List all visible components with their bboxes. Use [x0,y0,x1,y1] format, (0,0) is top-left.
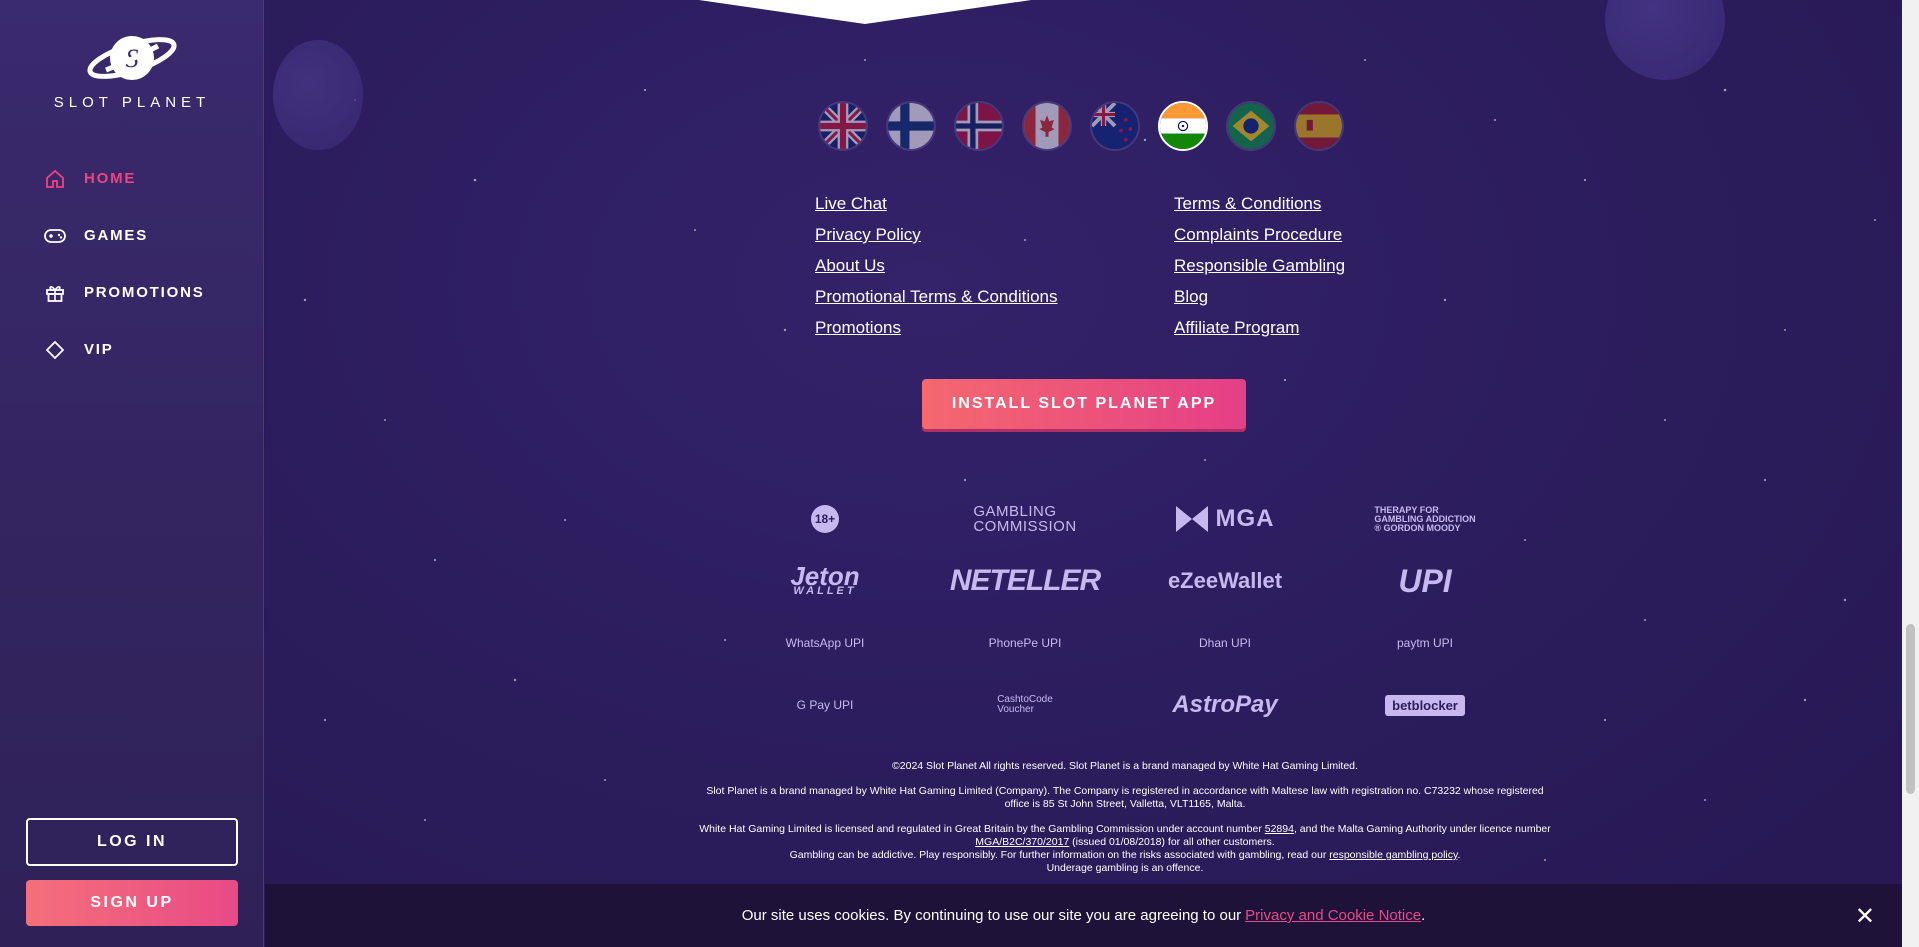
link-blog[interactable]: Blog [1174,286,1474,308]
cashtocode-logo: CashtoCode Voucher [997,694,1053,715]
betblocker-logo[interactable]: betblocker [1325,681,1525,729]
brand-name: SLOT PLANET [53,94,211,111]
partner-logos: 18+ GAMBLING COMMISSION MGA THERAPY FOR GA… [725,495,1525,729]
dhan-upi-logo: Dhan UPI [1198,636,1252,650]
decor-planet [273,40,363,150]
planet-logo-icon: S [87,36,177,80]
responsible-gambling-policy-link[interactable]: responsible gambling policy [1329,849,1457,861]
age-18-logo[interactable]: 18+ [725,495,925,543]
nav-item-vip[interactable]: VIP [0,321,264,378]
cookie-banner: Our site uses cookies. By continuing to … [265,884,1902,947]
flag-norway[interactable] [954,101,1004,151]
gpay-upi-logo: G Pay UPI [796,698,854,712]
flag-brazil[interactable] [1226,101,1276,151]
link-responsible-gambling[interactable]: Responsible Gambling [1174,255,1474,277]
link-about-us[interactable]: About Us [815,255,1174,277]
neteller-logo: NETELLER [949,564,1101,597]
whatsapp-upi-logo: WhatsApp UPI [785,636,865,650]
country-selector [818,101,1344,151]
nav-label: GAMES [84,227,149,244]
flag-new-zealand[interactable] [1090,101,1140,151]
footer-area: Live Chat Terms & Conditions Privacy Pol… [265,0,1902,947]
page-scrollbar[interactable] [1902,0,1919,947]
home-icon [44,168,66,190]
mga-logo[interactable]: MGA [1125,495,1325,543]
flag-canada[interactable] [1022,101,1072,151]
footer-links: Live Chat Terms & Conditions Privacy Pol… [815,193,1474,339]
paytm-upi-logo: paytm UPI [1396,636,1453,650]
close-icon[interactable]: ✕ [1855,902,1875,931]
gordon-moody-logo[interactable]: THERAPY FOR GAMBLING ADDICTION ® GORDON MO… [1325,495,1525,543]
phonepe-upi-logo: PhonePe UPI [988,636,1062,650]
install-app-button[interactable]: INSTALL SLOT PLANET APP [922,379,1246,429]
flag-india[interactable] [1158,101,1208,151]
link-promotions[interactable]: Promotions [815,317,1174,339]
cookie-notice-link[interactable]: Privacy and Cookie Notice [1245,907,1421,924]
gc-account-link[interactable]: 52894 [1265,823,1294,835]
jeton-wallet-logo: Jeton WALLET [790,560,860,597]
company-text: Slot Planet is a brand managed by White … [706,785,1544,810]
flag-finland[interactable] [886,101,936,151]
mga-licence-link[interactable]: MGA/B2C/370/2017 [975,836,1069,848]
gamepad-icon [44,225,66,247]
nav-label: PROMOTIONS [84,284,205,301]
signup-button[interactable]: SIGN UP [26,880,238,926]
link-privacy-policy[interactable]: Privacy Policy [815,224,1174,246]
copyright-text: ©2024 Slot Planet All rights reserved. S… [892,760,1358,772]
decor-top-shape [698,0,1032,24]
flag-uk[interactable] [818,101,868,151]
login-button[interactable]: LOG IN [26,818,238,866]
link-live-chat[interactable]: Live Chat [815,193,1174,215]
mga-mark-icon [1175,506,1208,532]
sidebar: S SLOT PLANET HOME GAMES PROMOTIONS VIP … [0,0,264,947]
nav-label: VIP [84,341,114,358]
nav-item-promotions[interactable]: PROMOTIONS [0,264,264,321]
licence-text: White Hat Gaming Limited is licensed and… [699,823,1551,874]
cookie-text: Our site uses cookies. By continuing to … [741,907,1242,924]
nav-label: HOME [84,170,137,187]
nav-item-games[interactable]: GAMES [0,207,264,264]
main-nav: HOME GAMES PROMOTIONS VIP [0,150,264,378]
link-affiliate-program[interactable]: Affiliate Program [1174,317,1474,339]
flag-spain[interactable] [1294,101,1344,151]
gambling-commission-logo[interactable]: GAMBLING COMMISSION [925,495,1125,543]
legal-text: ©2024 Slot Planet All rights reserved. S… [695,760,1555,887]
gift-icon [44,282,66,304]
brand-logo[interactable]: S SLOT PLANET [0,30,264,111]
nav-item-home[interactable]: HOME [0,150,264,207]
astropay-logo: AstroPay [1172,691,1278,718]
diamond-icon [44,339,66,361]
upi-logo: UPI [1398,562,1452,599]
link-terms-conditions[interactable]: Terms & Conditions [1174,193,1474,215]
scrollbar-thumb[interactable] [1906,624,1915,794]
link-complaints-procedure[interactable]: Complaints Procedure [1174,224,1474,246]
ezeewallet-logo: eZeeWallet [1167,568,1283,593]
link-promotional-terms[interactable]: Promotional Terms & Conditions [815,286,1174,308]
